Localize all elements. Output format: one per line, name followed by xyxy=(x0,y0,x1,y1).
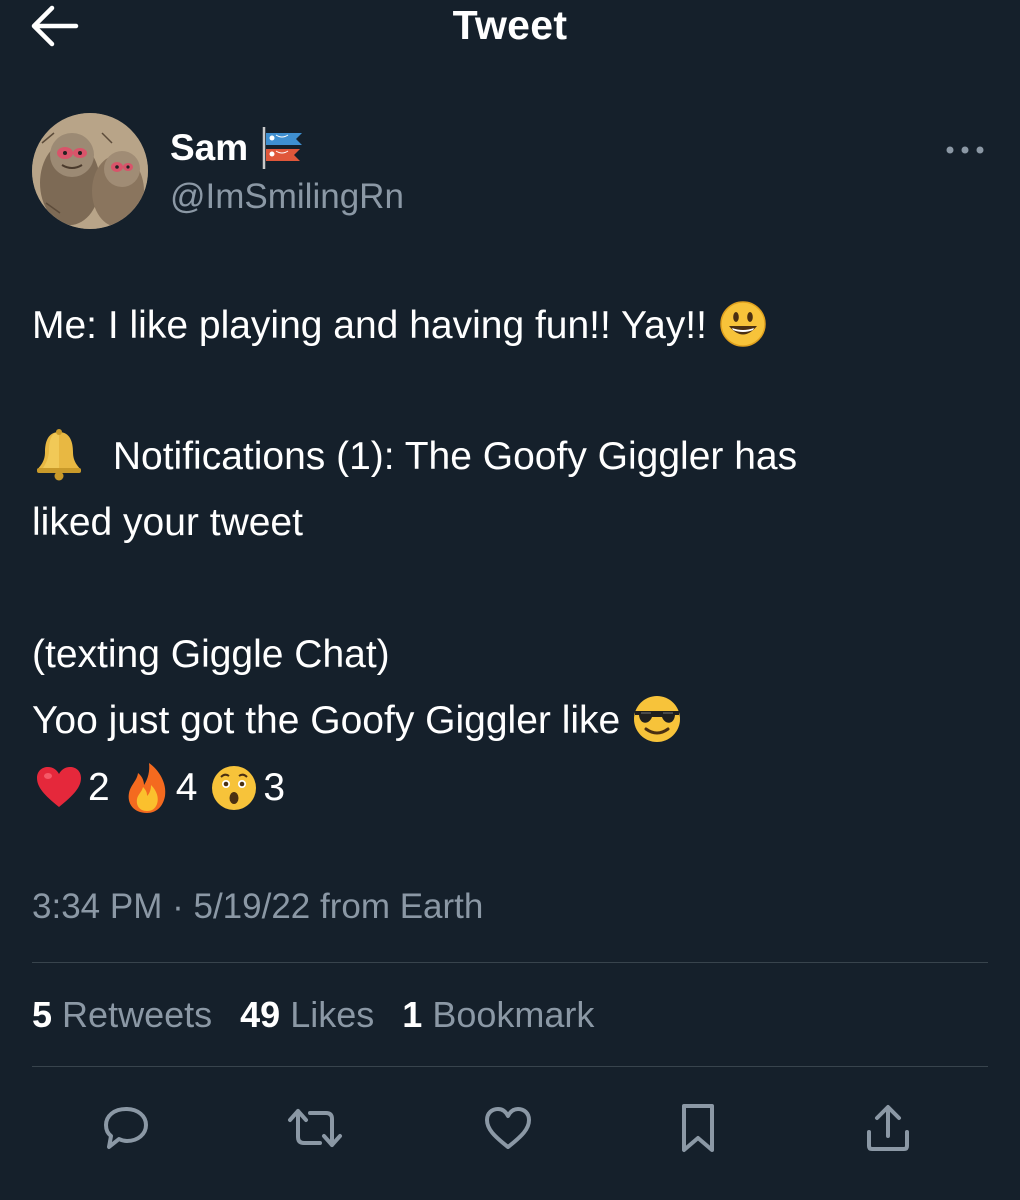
reaction-heart: 2 xyxy=(34,763,110,813)
reply-button[interactable] xyxy=(96,1098,156,1158)
divider xyxy=(32,1066,988,1067)
bookmark-button[interactable] xyxy=(668,1098,728,1158)
tweet-line-3: liked your tweet xyxy=(32,501,303,544)
smiley-icon xyxy=(720,300,766,347)
bookmarks-count: 1 xyxy=(402,994,423,1035)
carp-streamer-icon xyxy=(262,127,303,169)
likes-stat[interactable]: 49 Likes xyxy=(240,994,374,1035)
timestamp-separator: · xyxy=(172,887,184,926)
tweet-line-1: Me: I like playing and having fun!! Yay!… xyxy=(32,304,707,347)
likes-label: Likes xyxy=(290,994,375,1035)
reply-icon xyxy=(104,1107,148,1149)
author-name[interactable]: Sam xyxy=(170,125,312,171)
reaction-astonished: 3 xyxy=(209,763,285,813)
heart-icon xyxy=(37,767,81,807)
avatar[interactable] xyxy=(32,113,148,229)
reaction-fire: 4 xyxy=(122,761,198,815)
reaction-astonished-count: 3 xyxy=(263,766,286,809)
share-button[interactable] xyxy=(858,1098,918,1158)
engagement-stats: 5 Retweets 49 Likes 1 Bookmark xyxy=(32,992,612,1038)
reaction-fire-count: 4 xyxy=(175,766,198,809)
retweet-icon xyxy=(288,1109,342,1147)
page-title: Tweet xyxy=(452,2,568,48)
author-handle[interactable]: @ImSmilingRn xyxy=(170,174,404,220)
bookmark-icon xyxy=(682,1104,714,1152)
divider xyxy=(32,962,988,963)
bell-icon xyxy=(37,428,81,481)
author-name-label: Sam xyxy=(170,127,249,168)
tweet-line-2: Notifications (1): The Goofy Giggler has xyxy=(112,435,798,478)
bookmarks-stat[interactable]: 1 Bookmark xyxy=(402,994,594,1035)
retweets-stat[interactable]: 5 Retweets xyxy=(32,994,212,1035)
top-bar: Tweet xyxy=(0,0,1020,70)
tweet-line: Me: I like playing and having fun!! Yay!… xyxy=(32,293,992,359)
bookmarks-label: Bookmark xyxy=(432,994,595,1035)
retweets-count: 5 xyxy=(32,994,53,1035)
ellipsis-icon xyxy=(946,146,984,154)
sunglasses-face-icon xyxy=(634,695,681,742)
astonished-face-icon xyxy=(212,766,257,810)
share-icon xyxy=(867,1105,909,1151)
monkey-avatar-icon xyxy=(32,113,148,229)
tweet-time: 3:34 PM xyxy=(32,887,163,926)
tweet-action-bar xyxy=(0,1098,1020,1158)
tweet-line: Notifications (1): The Goofy Giggler has xyxy=(32,424,992,490)
retweet-button[interactable] xyxy=(285,1098,345,1158)
like-button[interactable] xyxy=(478,1098,538,1158)
tweet-line: (texting Giggle Chat) xyxy=(32,622,992,688)
fire-icon xyxy=(128,763,166,813)
likes-count: 49 xyxy=(240,994,281,1035)
tweet-line: Yoo just got the Goofy Giggler like xyxy=(32,688,992,754)
retweets-label: Retweets xyxy=(62,994,213,1035)
tweet-timestamp[interactable]: 3:34 PM · 5/19/22 from Earth xyxy=(32,884,483,930)
tweet-line: liked your tweet xyxy=(32,490,992,556)
tweet-line-5: Yoo just got the Goofy Giggler like xyxy=(32,699,621,742)
tweet-date-source: 5/19/22 from Earth xyxy=(193,887,484,926)
reactions-row: 2 4 3 xyxy=(34,758,297,818)
tweet-line-4: (texting Giggle Chat) xyxy=(32,633,390,676)
reaction-heart-count: 2 xyxy=(88,766,110,809)
like-icon xyxy=(485,1107,531,1149)
more-options-button[interactable] xyxy=(942,138,988,162)
